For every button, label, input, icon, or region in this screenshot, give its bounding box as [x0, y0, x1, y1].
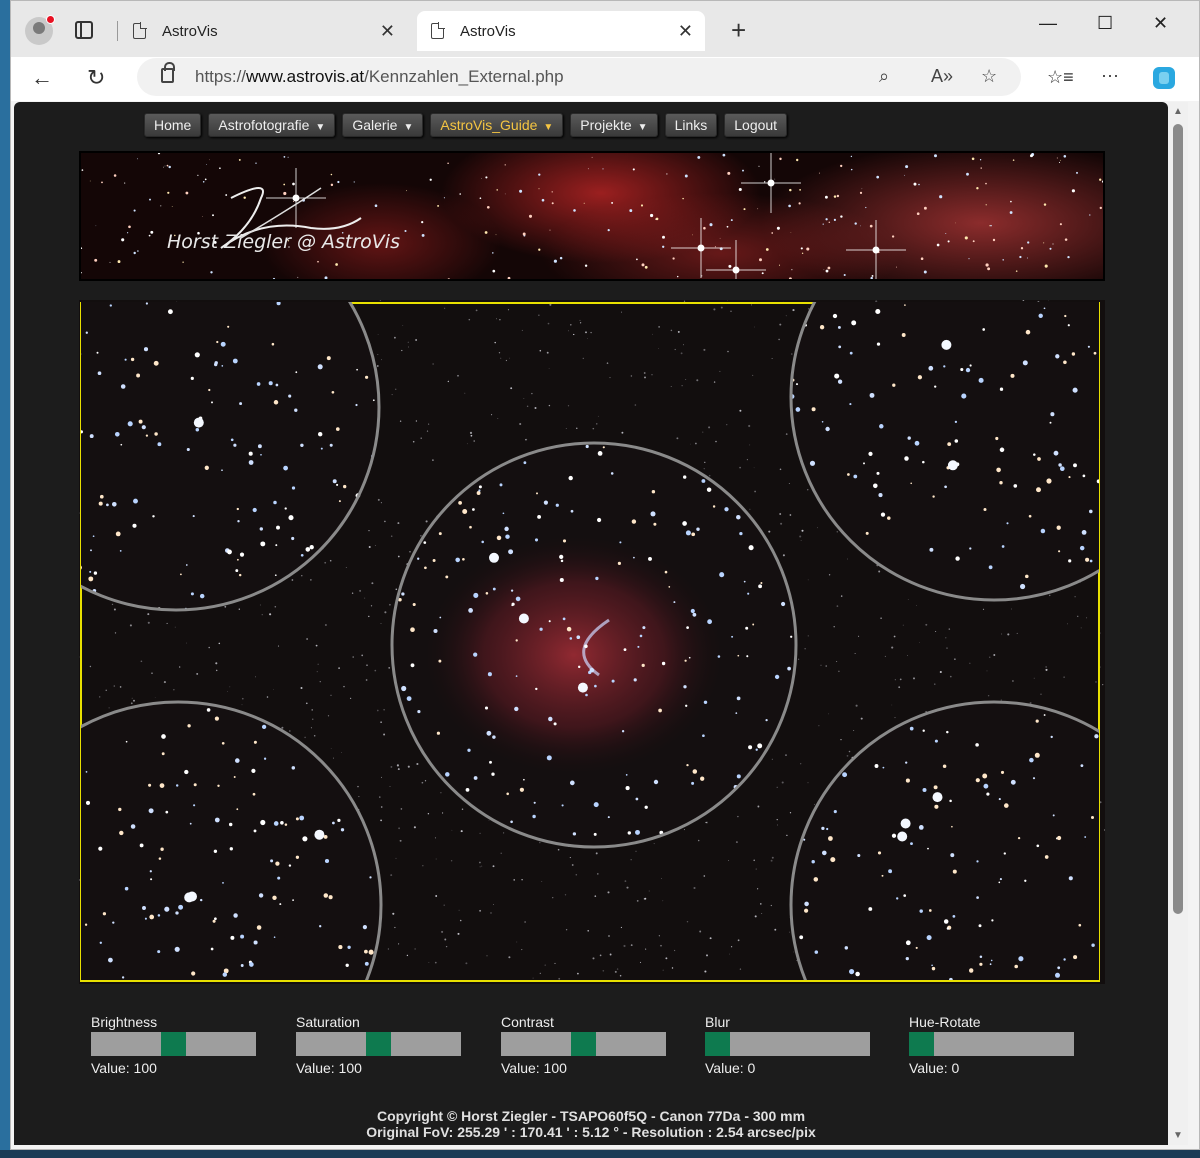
- slider-handle[interactable]: [909, 1032, 934, 1056]
- menu-item-label: Projekte: [580, 117, 632, 133]
- menu-item-astrofotografie[interactable]: Astrofotografie ▼: [208, 113, 336, 137]
- slider-track[interactable]: [296, 1032, 461, 1056]
- refresh-icon[interactable]: ↻: [87, 65, 105, 91]
- menu-item-logout[interactable]: Logout: [724, 113, 788, 137]
- page-icon: [133, 22, 147, 39]
- magnifier-center: [390, 441, 798, 849]
- taskbar: [0, 1150, 1200, 1158]
- star-field-image[interactable]: [79, 300, 1105, 984]
- dropdown-arrow-icon: ▼: [637, 122, 648, 133]
- zoom-icon[interactable]: ⌕: [879, 66, 889, 87]
- scroll-up-icon[interactable]: ▲: [1173, 106, 1183, 117]
- scrollbar-thumb[interactable]: [1173, 124, 1183, 914]
- address-bar[interactable]: https://www.astrovis.at/Kennzahlen_Exter…: [137, 58, 1021, 96]
- menu-item-label: Logout: [734, 117, 778, 133]
- control-saturation: Saturation Value: 100: [296, 1014, 466, 1076]
- url-text[interactable]: https://www.astrovis.at/Kennzahlen_Exter…: [195, 67, 564, 87]
- menu-item-astrovis-guide[interactable]: AstroVis_Guide ▼: [430, 113, 564, 137]
- control-value: Value: 100: [501, 1060, 567, 1076]
- dropdown-arrow-icon: ▼: [315, 122, 326, 133]
- page-icon: [431, 22, 445, 39]
- lock-icon[interactable]: [161, 62, 175, 83]
- tab-bar: AstroVis ✕ AstroVis ✕ + — ☐ ✕: [11, 1, 1199, 57]
- profile-avatar-icon[interactable]: [25, 15, 55, 45]
- back-icon[interactable]: ←: [31, 65, 53, 91]
- tab-astrovis-1[interactable]: AstroVis ✕: [119, 11, 407, 51]
- scroll-down-icon[interactable]: ▼: [1173, 1130, 1183, 1141]
- desktop-background: [0, 0, 10, 1158]
- menu-item-label: Galerie: [352, 117, 398, 133]
- image-controls: Brightness Value: 100 Saturation Value: 100…: [91, 1014, 1091, 1084]
- slider-handle[interactable]: [366, 1032, 391, 1056]
- tab-actions-icon[interactable]: [75, 21, 93, 39]
- slider-track[interactable]: [909, 1032, 1074, 1056]
- fov-line: Original FoV: 255.29 ' : 170.41 ' : 5.12…: [366, 1124, 816, 1140]
- tab-astrovis-2[interactable]: AstroVis ✕: [417, 11, 705, 51]
- copilot-icon[interactable]: [1151, 65, 1177, 97]
- maximize-icon[interactable]: ☐: [1097, 13, 1113, 34]
- close-tab-icon[interactable]: ✕: [380, 21, 395, 42]
- control-label: Hue-Rotate: [909, 1014, 981, 1030]
- notification-dot: [46, 15, 55, 24]
- control-label: Saturation: [296, 1014, 360, 1030]
- control-label: Brightness: [91, 1014, 158, 1030]
- header-banner: Horst Ziegler @ AstroVis: [79, 151, 1105, 281]
- slider-track[interactable]: [705, 1032, 870, 1056]
- page-footer: Copyright © Horst Ziegler - TSAPO60f5Q -…: [14, 1108, 1168, 1140]
- favorites-list-icon[interactable]: ☆≡: [1047, 67, 1074, 88]
- dropdown-arrow-icon: ▼: [403, 122, 414, 133]
- dropdown-arrow-icon: ▼: [543, 122, 554, 133]
- web-page: Home Astrofotografie ▼ Galerie ▼ AstroVis_Gui…: [14, 102, 1168, 1145]
- control-label: Blur: [705, 1014, 730, 1030]
- control-brightness: Brightness Value: 100: [91, 1014, 261, 1076]
- navigation-bar: ← ↻ https://www.astrovis.at/Kennzahlen_E…: [11, 57, 1199, 101]
- menu-item-label: Links: [674, 117, 708, 133]
- new-tab-button[interactable]: +: [731, 15, 746, 46]
- control-value: Value: 0: [909, 1060, 960, 1076]
- close-tab-icon[interactable]: ✕: [678, 21, 693, 42]
- banner-signature: Horst Ziegler @ AstroVis: [167, 231, 400, 253]
- simulation-canvas: [79, 300, 1105, 984]
- tab-title: AstroVis: [460, 22, 516, 40]
- menu-item-galerie[interactable]: Galerie ▼: [342, 113, 424, 137]
- slider-handle[interactable]: [571, 1032, 596, 1056]
- browser-window: AstroVis ✕ AstroVis ✕ + — ☐ ✕ ← ↻ https:…: [10, 0, 1200, 1150]
- copyright-line: Copyright © Horst Ziegler - TSAPO60f5Q -…: [376, 1108, 806, 1124]
- menu-item-label: Astrofotografie: [218, 117, 310, 133]
- site-menu: Home Astrofotografie ▼ Galerie ▼ AstroVis_Gui…: [144, 113, 788, 137]
- more-icon[interactable]: ···: [1101, 65, 1119, 86]
- slider-track[interactable]: [501, 1032, 666, 1056]
- slider-handle[interactable]: [161, 1032, 186, 1056]
- tab-title: AstroVis: [162, 22, 218, 40]
- slider-handle[interactable]: [705, 1032, 730, 1056]
- control-label: Contrast: [501, 1014, 554, 1030]
- menu-item-links[interactable]: Links: [664, 113, 718, 137]
- control-contrast: Contrast Value: 100: [501, 1014, 671, 1076]
- close-window-icon[interactable]: ✕: [1153, 13, 1168, 34]
- minimize-icon[interactable]: —: [1039, 13, 1057, 34]
- menu-item-label: Home: [154, 117, 192, 133]
- read-aloud-icon[interactable]: A»: [931, 66, 953, 87]
- vertical-scrollbar[interactable]: ▲ ▼: [1168, 102, 1188, 1145]
- menu-item-label: AstroVis_Guide: [440, 117, 538, 133]
- menu-item-projekte[interactable]: Projekte ▼: [570, 113, 658, 137]
- favorite-icon[interactable]: ☆: [981, 66, 997, 87]
- control-hue-rotate: Hue-Rotate Value: 0: [909, 1014, 1079, 1076]
- slider-track[interactable]: [91, 1032, 256, 1056]
- control-value: Value: 0: [705, 1060, 756, 1076]
- control-value: Value: 100: [296, 1060, 362, 1076]
- tab-separator: [117, 21, 118, 41]
- control-value: Value: 100: [91, 1060, 157, 1076]
- menu-item-home[interactable]: Home: [144, 113, 202, 137]
- control-blur: Blur Value: 0: [705, 1014, 875, 1076]
